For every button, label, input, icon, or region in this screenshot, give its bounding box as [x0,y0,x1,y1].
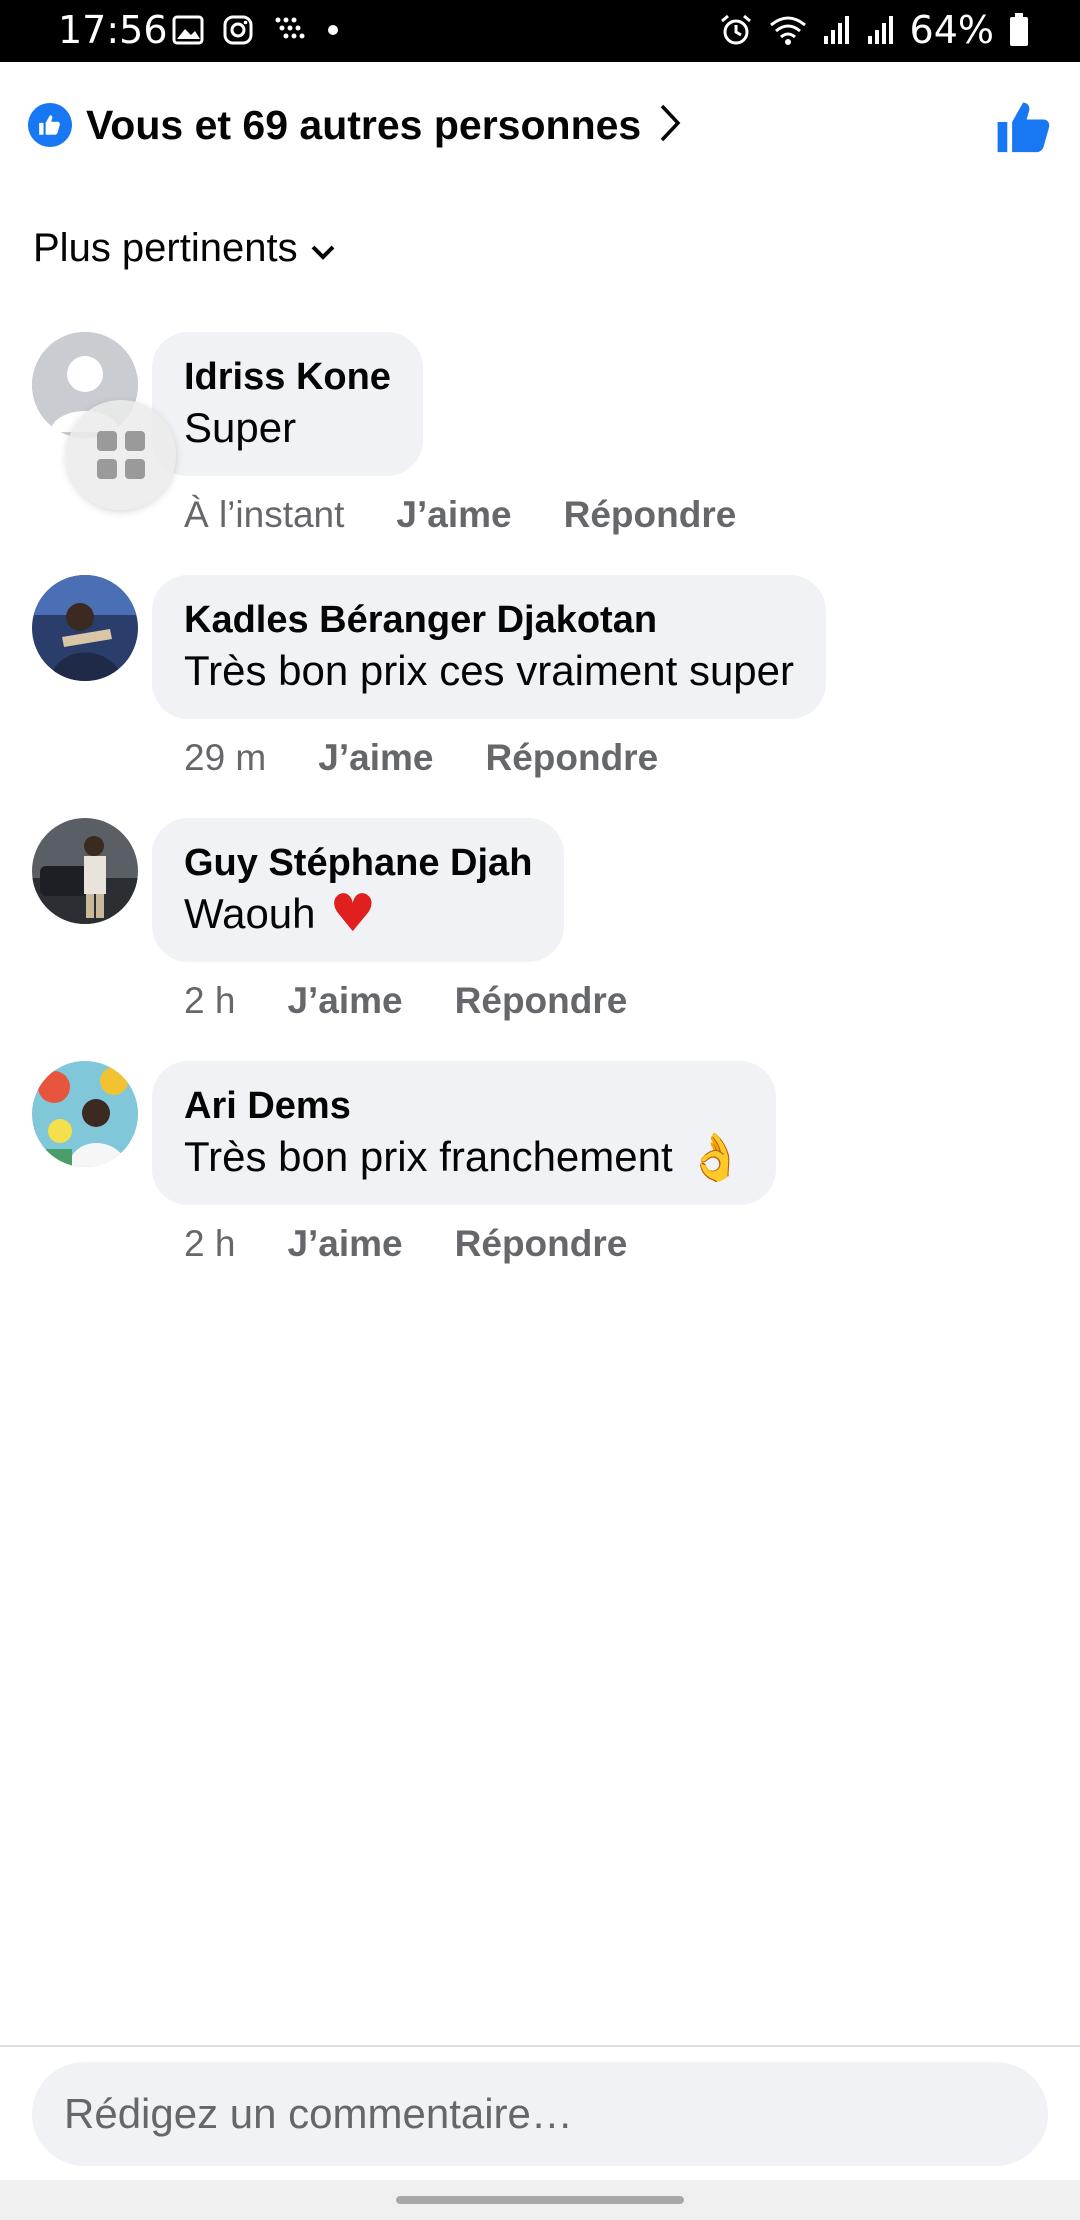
like-comment-button[interactable]: J’aime [287,980,402,1022]
battery-percent: 64% [909,8,994,52]
avatar[interactable] [32,575,138,681]
comment-author[interactable]: Guy Stéphane Djah [184,840,532,886]
comment-bubble[interactable]: Guy Stéphane Djah Waouh ♥ [152,818,565,962]
dot-icon [328,25,338,35]
chevron-down-icon [310,226,336,271]
ok-hand-emoji: 👌 [686,1130,744,1184]
like-comment-button[interactable]: J’aime [318,737,433,779]
like-reaction-icon [28,103,72,147]
status-left-icons [172,14,340,46]
reactions-summary-text[interactable]: Vous et 69 autres personnes [86,102,641,149]
chevron-right-icon [659,103,681,148]
comment-input[interactable]: Rédigez un commentaire… [32,2062,1048,2166]
comment-actions: 29 m J’aime Répondre [184,737,658,779]
comment-bubble[interactable]: Ari Dems Très bon prix franchement 👌 [152,1061,776,1205]
reply-button[interactable]: Répondre [455,980,628,1022]
app-grid-icon [97,431,145,479]
comment-time: 2 h [184,1223,236,1264]
comment-text: Très bon prix franchement [184,1133,673,1180]
comment-text: Super [184,404,297,451]
comment-actions: À l’instant J’aime Répondre [184,494,736,536]
reply-button[interactable]: Répondre [455,1223,628,1265]
comment-bubble[interactable]: Idriss Kone Super [152,332,423,476]
sort-dropdown[interactable]: Plus pertinents [33,226,336,271]
avatar[interactable] [32,1061,138,1167]
reply-button[interactable]: Répondre [485,737,658,779]
comment-text-row: Waouh ♥ [184,886,532,942]
comment-bubble[interactable]: Kadles Béranger Djakotan Très bon prix c… [152,575,827,719]
reply-button[interactable]: Répondre [564,494,737,536]
comment-author[interactable]: Idriss Kone [184,354,391,400]
thumbs-up-icon [997,102,1050,153]
alarm-icon [720,14,751,45]
comment-input-placeholder: Rédigez un commentaire… [64,2090,573,2137]
composer-divider [0,2045,1080,2047]
comment-time: 2 h [184,980,236,1021]
floating-menu-button[interactable] [66,400,176,510]
comment-author[interactable]: Ari Dems [184,1083,744,1129]
system-nav-bar [0,2180,1080,2220]
comment-actions: 2 h J’aime Répondre [184,1223,627,1265]
like-comment-button[interactable]: J’aime [287,1223,402,1265]
wifi-icon [769,16,806,45]
home-gesture-handle[interactable] [396,2196,684,2204]
reactions-summary-row[interactable]: Vous et 69 autres personnes [28,95,1052,155]
comment-text: Waouh [184,890,316,937]
avatar[interactable] [32,818,138,924]
status-right-icons: 64% [718,8,1030,52]
heart-emoji: ♥ [329,884,377,944]
comment-actions: 2 h J’aime Répondre [184,980,627,1022]
sort-label: Plus pertinents [33,226,298,270]
like-post-button[interactable] [994,99,1052,162]
signal-icon [823,16,849,44]
status-bar: 17:56 64% [0,0,1080,62]
comment-text-row: Très bon prix franchement 👌 [184,1129,744,1185]
gallery-icon [172,15,204,45]
comment-author[interactable]: Kadles Béranger Djakotan [184,597,794,643]
battery-icon [1010,13,1028,46]
signal-icon [867,16,893,44]
status-time: 17:56 [58,8,168,52]
comment-time: 29 m [184,737,267,778]
like-comment-button[interactable]: J’aime [396,494,511,536]
app-grid-icon [275,17,305,39]
comment-time: À l’instant [184,494,345,535]
instagram-icon [223,15,253,45]
comment-text: Très bon prix ces vraiment super [184,647,795,694]
